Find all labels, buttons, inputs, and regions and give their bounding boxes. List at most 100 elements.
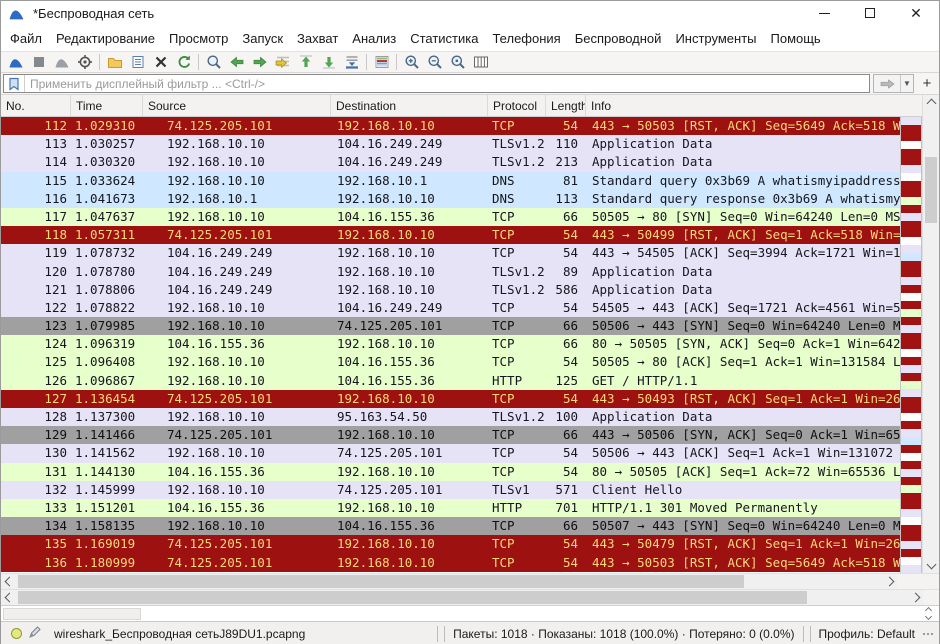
capture-comment-icon[interactable] — [28, 625, 42, 642]
menu-statistics[interactable]: Статистика — [403, 28, 485, 49]
filter-history-dropdown[interactable]: ▼ — [900, 75, 913, 92]
menu-help[interactable]: Помощь — [764, 28, 828, 49]
zoom-reset-icon[interactable] — [446, 52, 469, 72]
column-header-length[interactable]: Length — [546, 95, 586, 116]
menu-telephony[interactable]: Телефония — [485, 28, 567, 49]
packet-row[interactable]: 1231.079985192.168.10.1074.125.205.101TC… — [1, 317, 900, 335]
go-to-packet-icon[interactable] — [271, 52, 294, 72]
column-header-time[interactable]: Time — [71, 95, 143, 116]
capture-options-icon[interactable] — [73, 52, 96, 72]
column-header-source[interactable]: Source — [143, 95, 331, 116]
start-capture-icon[interactable] — [4, 52, 27, 72]
packet-row[interactable]: 1181.05731174.125.205.101192.168.10.10TC… — [1, 226, 900, 244]
collapsed-pane-handle[interactable] — [3, 608, 141, 620]
packet-row[interactable]: 1201.078780104.16.249.249192.168.10.10TL… — [1, 263, 900, 281]
colorize-icon[interactable] — [370, 52, 393, 72]
stop-capture-icon[interactable] — [27, 52, 50, 72]
scroll-left-icon-2[interactable] — [1, 590, 17, 605]
apply-filter-button[interactable] — [874, 75, 900, 92]
scroll-right-icon[interactable] — [881, 574, 897, 589]
scroll-up-icon[interactable] — [926, 99, 936, 109]
horizontal-scrollbar-2[interactable] — [1, 590, 923, 605]
packet-row[interactable]: 1261.096867192.168.10.10104.16.155.36HTT… — [1, 372, 900, 390]
filter-bookmark-button[interactable] — [4, 75, 25, 92]
packet-row[interactable]: 1131.030257192.168.10.10104.16.249.249TL… — [1, 135, 900, 153]
packet-row[interactable]: 1191.078732104.16.249.249192.168.10.10TC… — [1, 244, 900, 262]
cell-no: 124 — [1, 335, 71, 353]
go-last-icon[interactable] — [317, 52, 340, 72]
go-back-icon[interactable] — [225, 52, 248, 72]
save-file-icon[interactable] — [126, 52, 149, 72]
close-button[interactable]: ✕ — [893, 1, 939, 25]
cell-time: 1.136454 — [71, 390, 143, 408]
go-forward-icon[interactable] — [248, 52, 271, 72]
cell-dst: 192.168.10.10 — [331, 117, 488, 135]
column-header-no[interactable]: No. — [1, 95, 71, 116]
cell-src: 74.125.205.101 — [143, 226, 331, 244]
scroll-down-icon[interactable] — [926, 560, 936, 570]
minimize-button[interactable] — [801, 1, 847, 25]
packet-row[interactable]: 1341.158135192.168.10.10104.16.155.36TCP… — [1, 517, 900, 535]
menu-go[interactable]: Запуск — [235, 28, 290, 49]
find-packet-icon[interactable] — [202, 52, 225, 72]
horizontal-scrollbar-1-thumb[interactable] — [18, 575, 744, 588]
scroll-left-icon[interactable] — [1, 574, 17, 589]
column-header-protocol[interactable]: Protocol — [488, 95, 546, 116]
open-file-icon[interactable] — [103, 52, 126, 72]
maximize-button[interactable] — [847, 1, 893, 25]
add-filter-button[interactable]: + — [917, 74, 937, 93]
zoom-in-icon[interactable] — [400, 52, 423, 72]
packet-row[interactable]: 1121.02931074.125.205.101192.168.10.10TC… — [1, 117, 900, 135]
vertical-scrollbar[interactable] — [922, 95, 939, 573]
capture-filename[interactable]: wireshark_Беспроводная сетьJ89DU1.pcapng — [54, 627, 305, 641]
menu-view[interactable]: Просмотр — [162, 28, 235, 49]
close-file-icon[interactable] — [149, 52, 172, 72]
packet-row[interactable]: 1291.14146674.125.205.101192.168.10.10TC… — [1, 426, 900, 444]
restart-capture-icon[interactable] — [50, 52, 73, 72]
menu-edit[interactable]: Редактирование — [49, 28, 162, 49]
column-header-destination[interactable]: Destination — [331, 95, 488, 116]
packet-row[interactable]: 1331.151201104.16.155.36192.168.10.10HTT… — [1, 499, 900, 517]
packet-row[interactable]: 1311.144130104.16.155.36192.168.10.10TCP… — [1, 463, 900, 481]
column-header-info[interactable]: Info — [586, 95, 900, 116]
packet-row[interactable]: 1151.033624192.168.10.10192.168.10.1DNS8… — [1, 172, 900, 190]
pane-spinner[interactable] — [926, 608, 931, 619]
menu-wireless[interactable]: Беспроводной — [568, 28, 669, 49]
packet-row[interactable]: 1321.145999192.168.10.1074.125.205.101TL… — [1, 481, 900, 499]
horizontal-scrollbar-2-thumb[interactable] — [18, 591, 807, 604]
packet-row[interactable]: 1271.13645474.125.205.101192.168.10.10TC… — [1, 390, 900, 408]
display-filter-input[interactable]: Применить дисплейный фильтр ... <Ctrl-/> — [3, 74, 870, 93]
cell-src: 192.168.10.10 — [143, 408, 331, 426]
menu-tools[interactable]: Инструменты — [668, 28, 763, 49]
resize-columns-icon[interactable] — [469, 52, 492, 72]
menu-analyze[interactable]: Анализ — [345, 28, 403, 49]
packet-row[interactable]: 1281.137300192.168.10.1095.163.54.50TLSv… — [1, 408, 900, 426]
packet-row[interactable]: 1211.078806104.16.249.249192.168.10.10TL… — [1, 281, 900, 299]
packet-row[interactable]: 1301.141562192.168.10.1074.125.205.101TC… — [1, 444, 900, 462]
menu-file[interactable]: Файл — [3, 28, 49, 49]
go-first-icon[interactable] — [294, 52, 317, 72]
minimap-stripe — [901, 445, 921, 453]
packet-minimap[interactable] — [900, 95, 922, 573]
horizontal-scrollbar-1[interactable] — [1, 574, 897, 589]
packet-row[interactable]: 1221.078822192.168.10.10104.16.249.249TC… — [1, 299, 900, 317]
zoom-out-icon[interactable] — [423, 52, 446, 72]
packet-row[interactable]: 1141.030320192.168.10.10104.16.249.249TL… — [1, 153, 900, 171]
cell-proto: TCP — [488, 390, 546, 408]
cell-no: 130 — [1, 444, 71, 462]
packet-row[interactable]: 1161.041673192.168.10.1192.168.10.10DNS1… — [1, 190, 900, 208]
vertical-scrollbar-thumb[interactable] — [925, 157, 937, 223]
reload-icon[interactable] — [172, 52, 195, 72]
packet-row[interactable]: 1241.096319104.16.155.36192.168.10.10TCP… — [1, 335, 900, 353]
auto-scroll-icon[interactable] — [340, 52, 363, 72]
resize-grip[interactable] — [922, 632, 934, 636]
packet-row[interactable]: 1351.16901974.125.205.101192.168.10.10TC… — [1, 535, 900, 553]
profile-label[interactable]: Профиль: Default — [814, 627, 921, 641]
minimap-stripe — [901, 293, 921, 301]
expert-info-icon[interactable] — [11, 628, 22, 639]
packet-row[interactable]: 1251.096408192.168.10.10104.16.155.36TCP… — [1, 353, 900, 371]
menu-capture[interactable]: Захват — [290, 28, 345, 49]
scroll-right-icon-2[interactable] — [907, 590, 923, 605]
packet-row[interactable]: 1171.047637192.168.10.10104.16.155.36TCP… — [1, 208, 900, 226]
packet-row[interactable]: 1361.18099974.125.205.101192.168.10.10TC… — [1, 554, 900, 572]
